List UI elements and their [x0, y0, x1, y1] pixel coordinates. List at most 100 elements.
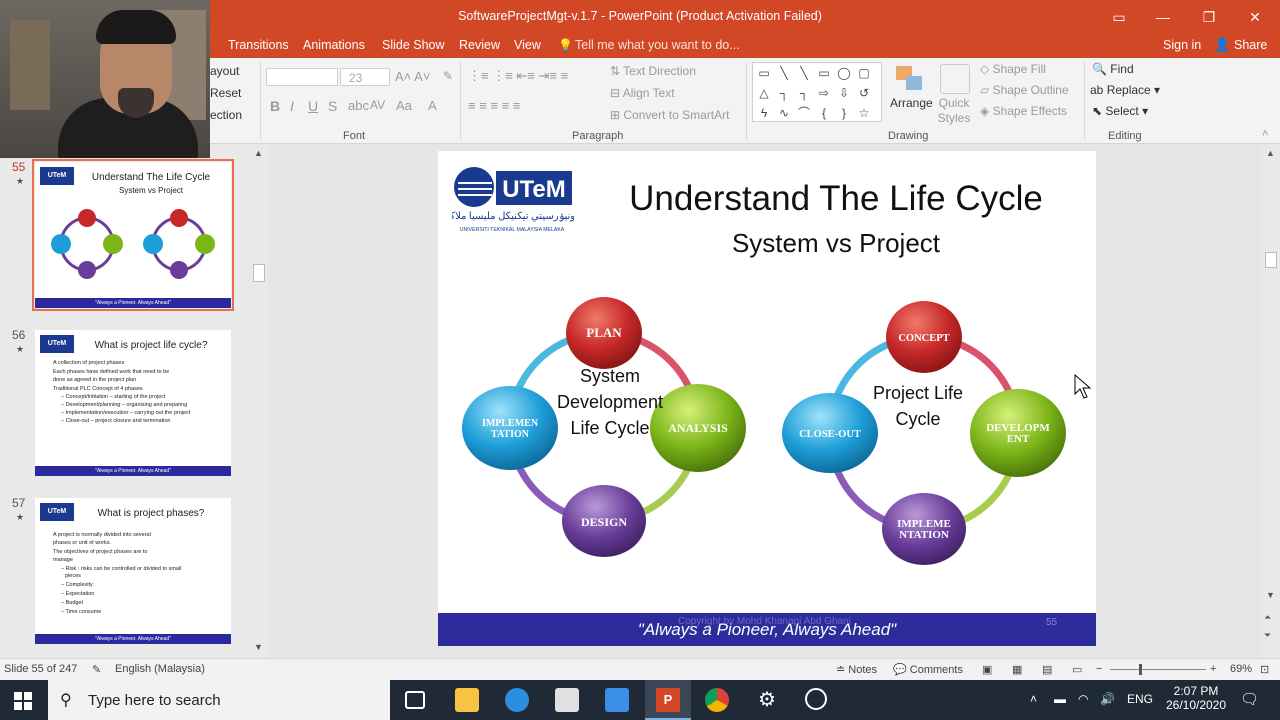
obs-icon[interactable] — [805, 688, 827, 710]
notes-button[interactable]: ≐ Notes — [836, 663, 877, 676]
wifi-icon[interactable]: ◠ — [1078, 692, 1088, 706]
zoom-slider-thumb[interactable] — [1139, 664, 1142, 675]
font-size-input[interactable]: 23 — [340, 68, 390, 86]
curved-arrow-shape-icon[interactable]: ↺ — [857, 87, 871, 99]
char-spacing-icon[interactable]: AV — [370, 98, 385, 112]
underline-icon[interactable]: U — [308, 98, 318, 114]
edge-browser-icon[interactable] — [505, 688, 529, 712]
share-button[interactable]: Share — [1234, 38, 1267, 52]
scroll-thumb[interactable] — [1265, 252, 1277, 268]
slide-scrollbar[interactable]: ▲ ▼ ⏶ ⏷ — [1262, 144, 1280, 658]
clear-format-icon[interactable]: ✎ — [443, 69, 453, 83]
text-direction-button[interactable]: ⇅ Text Direction — [610, 64, 696, 78]
previous-slide-icon[interactable]: ⏶ — [1264, 612, 1271, 623]
bullets-icon[interactable]: ⋮≡ ⋮≡ ⇤≡ ⇥≡ ≡ — [468, 68, 568, 84]
italic-icon[interactable]: I — [290, 98, 294, 114]
battery-icon[interactable]: ▬ — [1054, 692, 1066, 706]
triangle-shape-icon[interactable]: △ — [757, 87, 771, 99]
zoom-out-icon[interactable]: − — [1096, 663, 1102, 675]
change-case-icon[interactable]: Aa — [396, 98, 412, 113]
scroll-thumb[interactable] — [253, 264, 265, 282]
collapse-ribbon-icon[interactable]: ˄ — [1262, 128, 1268, 140]
tab-review[interactable]: Review — [459, 38, 500, 52]
reset-button[interactable]: Reset — [210, 86, 241, 100]
elbow-shape-icon[interactable]: ┐ — [777, 87, 791, 99]
project-life-cycle-diagram[interactable]: CONCEPT DEVELOPM ENT IMPLEME NTATION CLOSE… — [778, 293, 1078, 573]
font-name-input[interactable] — [266, 68, 338, 86]
align-icon[interactable]: ≡ ≡ ≡ ≡ ≡ — [468, 98, 520, 113]
normal-view-icon[interactable]: ▣ — [982, 663, 992, 676]
strikethrough-icon[interactable]: abc — [348, 98, 369, 113]
layout-button[interactable]: ayout — [210, 64, 239, 78]
replace-button[interactable]: ab Replace ▾ — [1090, 83, 1160, 97]
show-hidden-icons[interactable]: ˄ — [1030, 692, 1037, 706]
scroll-down-icon[interactable]: ▼ — [1266, 590, 1275, 600]
line-shape-icon[interactable]: ╲ — [777, 67, 791, 79]
close-button[interactable]: ✕ — [1242, 6, 1268, 28]
tell-me-input[interactable]: Tell me what you want to do... — [575, 38, 740, 52]
brace-right-shape-icon[interactable]: } — [837, 107, 851, 119]
quick-styles-icon[interactable] — [940, 64, 970, 94]
rounded-rect-shape-icon[interactable]: ▢ — [857, 67, 871, 79]
comments-button[interactable]: 💬 Comments — [893, 663, 963, 676]
lightning-shape-icon[interactable]: ϟ — [757, 107, 771, 119]
slide-subtitle[interactable]: System vs Project — [588, 228, 1084, 259]
notification-icon[interactable]: 🗨 — [1240, 690, 1259, 708]
zoom-level[interactable]: 69% — [1230, 663, 1252, 675]
star-shape-icon[interactable]: ☆ — [857, 107, 871, 119]
fit-slide-icon[interactable]: ⊡ — [1260, 663, 1269, 676]
down-arrow-shape-icon[interactable]: ⇩ — [837, 87, 851, 99]
slideshow-icon[interactable]: ▭ — [1072, 663, 1082, 676]
scroll-up-icon[interactable]: ▲ — [254, 148, 263, 158]
shape-outline-button[interactable]: ▱ Shape Outline — [980, 83, 1069, 97]
sign-in-link[interactable]: Sign in — [1163, 38, 1201, 52]
windows-start-icon[interactable] — [14, 692, 32, 710]
task-view-icon[interactable] — [405, 691, 425, 709]
find-button[interactable]: 🔍 Find — [1092, 62, 1134, 76]
tab-transitions[interactable]: Transitions — [228, 38, 289, 52]
arrow-line-shape-icon[interactable]: ╲ — [797, 67, 811, 79]
zoom-slider[interactable] — [1110, 669, 1206, 670]
scroll-down-icon[interactable]: ▼ — [254, 642, 263, 652]
slide-title[interactable]: Understand The Life Cycle — [588, 179, 1084, 219]
next-slide-icon[interactable]: ⏷ — [1264, 630, 1271, 641]
rectangle-shape-icon[interactable]: ▭ — [817, 67, 831, 79]
tab-slide-show[interactable]: Slide Show — [382, 38, 445, 52]
section-button[interactable]: ection — [210, 108, 242, 122]
arc-shape-icon[interactable]: ⌒ — [797, 107, 811, 119]
shape-fill-button[interactable]: ◇ Shape Fill — [980, 62, 1046, 76]
brace-left-shape-icon[interactable]: { — [817, 107, 831, 119]
bold-icon[interactable]: B — [270, 98, 280, 114]
shape-effects-button[interactable]: ◈ Shape Effects — [980, 104, 1067, 118]
font-color-icon[interactable]: A — [428, 98, 437, 113]
shapes-gallery[interactable]: ▭ ╲ ╲ ▭ ◯ ▢ △ ┐ ┐ ⇨ ⇩ ↺ ϟ ∿ ⌒ { } ☆ — [752, 62, 882, 122]
thumbnail-scrollbar[interactable]: ▲ ▼ — [250, 144, 268, 658]
right-arrow-shape-icon[interactable]: ⇨ — [817, 87, 831, 99]
slide-thumbnail-56[interactable]: UTeM What is project life cycle? A colle… — [35, 330, 231, 476]
oval-shape-icon[interactable]: ◯ — [837, 67, 851, 79]
convert-smartart-button[interactable]: ⊞ Convert to SmartArt — [610, 108, 729, 122]
taskbar-search-box[interactable]: ⚲ Type here to search — [48, 680, 390, 720]
arrange-icon[interactable] — [896, 66, 924, 94]
slide-thumbnail-57[interactable]: UTeM What is project phases? A project i… — [35, 498, 231, 644]
elbow-arrow-shape-icon[interactable]: ┐ — [797, 87, 811, 99]
quick-styles-button[interactable]: Quick Styles — [936, 96, 972, 126]
curve-shape-icon[interactable]: ∿ — [777, 107, 791, 119]
current-slide[interactable]: UTeM اونيۏرسيتي تيكنيکل مليسيا ملاک UNIV… — [438, 151, 1096, 646]
arrange-button[interactable]: Arrange — [890, 96, 933, 110]
spellcheck-icon[interactable]: ✎ — [92, 663, 101, 676]
tab-animations[interactable]: Animations — [303, 38, 365, 52]
ribbon-display-options-icon[interactable]: ▭ — [1106, 6, 1132, 28]
clock[interactable]: 2:07 PM 26/10/2020 — [1160, 684, 1232, 712]
store-icon[interactable] — [555, 688, 579, 712]
reading-view-icon[interactable]: ▤ — [1042, 663, 1052, 676]
tab-view[interactable]: View — [514, 38, 541, 52]
volume-icon[interactable]: 🔊 — [1100, 692, 1115, 706]
slide-thumbnail-55[interactable]: UTeM Understand The Life Cycle System vs… — [32, 159, 234, 311]
restore-button[interactable]: ❐ — [1196, 6, 1222, 28]
select-button[interactable]: ⬉ Select ▾ — [1092, 104, 1148, 118]
powerpoint-taskbar-button[interactable]: P — [645, 680, 691, 720]
textbox-shape-icon[interactable]: ▭ — [757, 67, 771, 79]
file-explorer-icon[interactable] — [455, 688, 479, 712]
zoom-in-icon[interactable]: + — [1210, 663, 1216, 675]
